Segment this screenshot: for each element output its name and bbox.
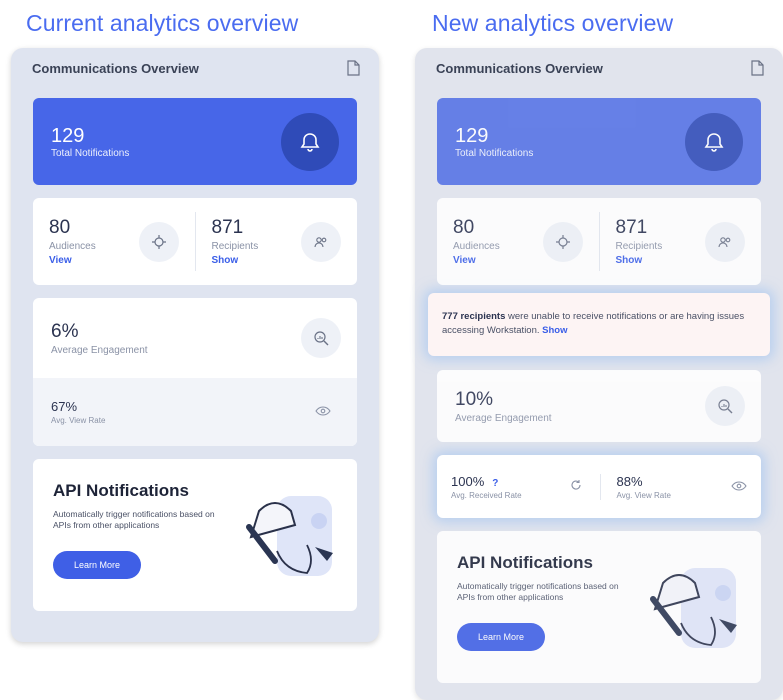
recipients-show-link[interactable]: Show xyxy=(616,255,663,266)
target-icon xyxy=(138,221,179,262)
total-notifications-value: 129 xyxy=(455,125,489,147)
api-description: Automatically trigger notifications base… xyxy=(457,581,619,602)
audiences-label: Audiences xyxy=(49,241,96,252)
new-overview-panel: Communications Overview 129 Total Notifi… xyxy=(415,48,783,700)
recipients-value: 871 xyxy=(615,217,648,238)
target-icon xyxy=(542,221,583,262)
help-icon[interactable]: ? xyxy=(492,478,498,489)
audience-recipients-card: 80 Audiences View 871 Recipients Show xyxy=(33,198,357,285)
refresh-icon xyxy=(570,478,582,496)
document-icon[interactable] xyxy=(750,60,764,76)
engagement-value: 10% xyxy=(455,388,494,410)
panel-header: Communications Overview xyxy=(22,59,368,77)
view-rate-value: 67% xyxy=(51,399,78,414)
alert-show-link[interactable]: Show xyxy=(542,325,567,336)
eye-icon xyxy=(315,403,331,421)
delivery-alert: 777 recipients were unable to receive no… xyxy=(428,293,770,356)
view-rate-label: Avg. View Rate xyxy=(616,490,671,500)
search-chart-icon xyxy=(301,318,341,358)
users-icon xyxy=(705,221,745,262)
heading-current: Current analytics overview xyxy=(26,10,299,36)
learn-more-button[interactable]: Learn More xyxy=(53,551,141,579)
engagement-value: 6% xyxy=(51,320,79,342)
total-notifications-label: Total Notifications xyxy=(455,148,534,159)
engagement-label: Average Engagement xyxy=(455,412,552,424)
alert-count: 777 recipients xyxy=(442,311,506,322)
view-rate-value: 88% xyxy=(616,473,643,489)
total-notifications-label: Total Notifications xyxy=(51,148,130,159)
current-overview-panel: Communications Overview 129 Total Notifi… xyxy=(11,48,379,642)
panel-title: Communications Overview xyxy=(436,60,603,76)
total-notifications-card: 129 Total Notifications xyxy=(437,98,761,185)
panel-title: Communications Overview xyxy=(32,60,199,76)
eye-icon xyxy=(731,478,747,496)
api-notifications-card: API Notifications Automatically trigger … xyxy=(437,531,761,683)
total-notifications-card: 129 Total Notifications xyxy=(33,98,357,185)
recipients-value: 871 xyxy=(211,217,244,238)
received-rate-label: Avg. Received Rate xyxy=(451,490,522,500)
rates-card: 100%? Avg. Received Rate 88% Avg. View R… xyxy=(437,455,761,518)
panel-header: Communications Overview xyxy=(426,59,772,77)
learn-more-button[interactable]: Learn More xyxy=(457,623,545,651)
bell-icon xyxy=(685,112,743,171)
audiences-view-link[interactable]: View xyxy=(49,255,96,266)
received-rate-value: 100% xyxy=(451,473,485,489)
audiences-value: 80 xyxy=(49,217,71,238)
audience-recipients-card: 80 Audiences View 871 Recipients Show xyxy=(437,198,761,285)
recipients-label: Recipients xyxy=(615,241,663,252)
total-notifications-value: 129 xyxy=(51,125,85,147)
users-icon xyxy=(301,221,341,262)
engagement-card: 6% Average Engagement 67% Avg. View Rate xyxy=(33,298,357,446)
recipients-show-link[interactable]: Show xyxy=(212,255,259,266)
bell-illustration xyxy=(237,481,347,591)
engagement-card: 10% Average Engagement xyxy=(437,370,761,442)
view-rate-label: Avg. View Rate xyxy=(51,416,106,425)
recipients-label: Recipients xyxy=(211,241,259,252)
api-description: Automatically trigger notifications base… xyxy=(53,509,215,530)
bell-illustration xyxy=(641,553,751,663)
document-icon[interactable] xyxy=(346,60,360,76)
audiences-label: Audiences xyxy=(453,241,500,252)
engagement-label: Average Engagement xyxy=(51,344,148,356)
api-notifications-card: API Notifications Automatically trigger … xyxy=(33,459,357,611)
bell-icon xyxy=(281,112,339,171)
audiences-value: 80 xyxy=(453,217,475,238)
heading-new: New analytics overview xyxy=(432,10,674,36)
search-chart-icon xyxy=(705,386,745,426)
audiences-view-link[interactable]: View xyxy=(453,255,500,266)
